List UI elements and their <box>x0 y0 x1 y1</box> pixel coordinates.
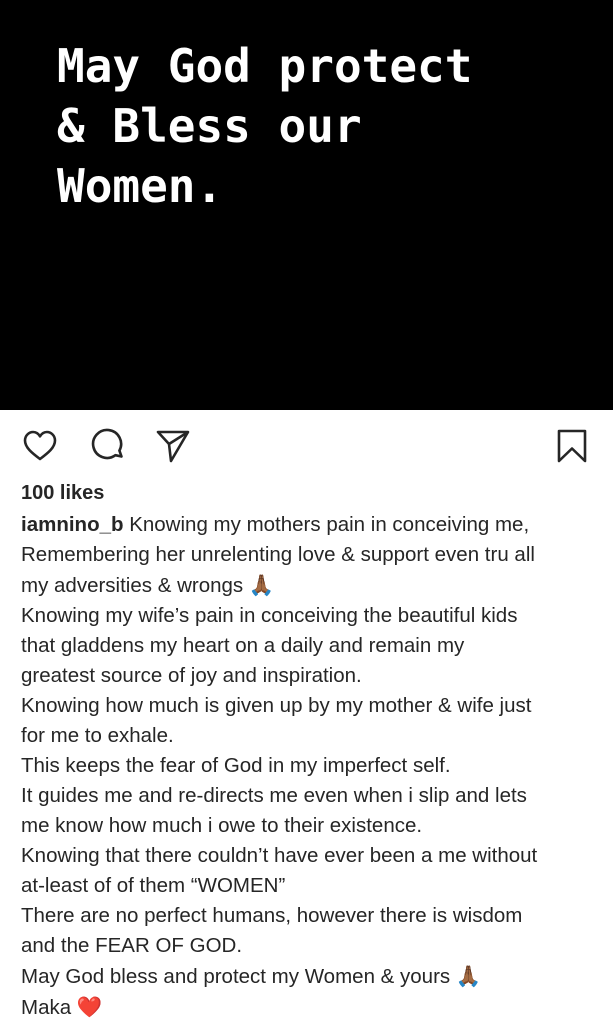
post-action-bar <box>0 410 613 478</box>
post-image[interactable]: May God protect & Bless our Women. <box>0 0 613 410</box>
caption-line: at-least of of them “WOMEN” <box>21 874 286 897</box>
caption-line: me know how much i owe to their existenc… <box>21 814 423 837</box>
caption-line: Knowing that there couldn’t have ever be… <box>21 844 538 867</box>
caption-line: my adversities & wrongs 🙏🏾 <box>21 570 601 601</box>
heart-outline-icon[interactable] <box>22 428 58 464</box>
likes-count[interactable]: 100 likes <box>21 480 104 506</box>
caption-line: Maka ❤️ <box>21 992 601 1023</box>
praying-hands-emoji: 🙏🏾 <box>248 573 275 597</box>
speech-bubble-icon[interactable] <box>90 428 126 464</box>
caption-text: my adversities & wrongs <box>21 574 249 597</box>
caption-line: greatest source of joy and inspiration. <box>21 664 362 687</box>
bookmark-icon[interactable] <box>554 428 590 464</box>
post-caption: iamnino_b Knowing my mothers pain in con… <box>21 510 601 1023</box>
caption-text: Maka <box>21 996 77 1019</box>
caption-line: Knowing how much is given up by my mothe… <box>21 694 532 717</box>
caption-line: Remembering her unrelenting love & suppo… <box>21 543 535 566</box>
caption-text: Knowing my mothers pain in conceiving me… <box>123 513 530 536</box>
caption-line: Knowing my wife’s pain in conceiving the… <box>21 604 518 627</box>
post-image-text: May God protect & Bless our Women. <box>57 39 473 213</box>
caption-text: May God bless and protect my Women & you… <box>21 965 456 988</box>
caption-line: This keeps the fear of God in my imperfe… <box>21 754 451 777</box>
caption-line: and the FEAR OF GOD. <box>21 934 243 957</box>
paper-plane-icon[interactable] <box>155 428 191 464</box>
caption-line: that gladdens my heart on a daily and re… <box>21 634 465 657</box>
praying-hands-emoji: 🙏🏾 <box>455 964 482 988</box>
caption-line: May God bless and protect my Women & you… <box>21 961 601 992</box>
caption-line: for me to exhale. <box>21 724 174 747</box>
caption-username[interactable]: iamnino_b <box>21 513 124 536</box>
caption-line: iamnino_b Knowing my mothers pain in con… <box>21 510 601 540</box>
caption-line: It guides me and re-directs me even when… <box>21 784 527 807</box>
caption-line: There are no perfect humans, however the… <box>21 904 523 927</box>
red-heart-emoji: ❤️ <box>76 995 103 1019</box>
